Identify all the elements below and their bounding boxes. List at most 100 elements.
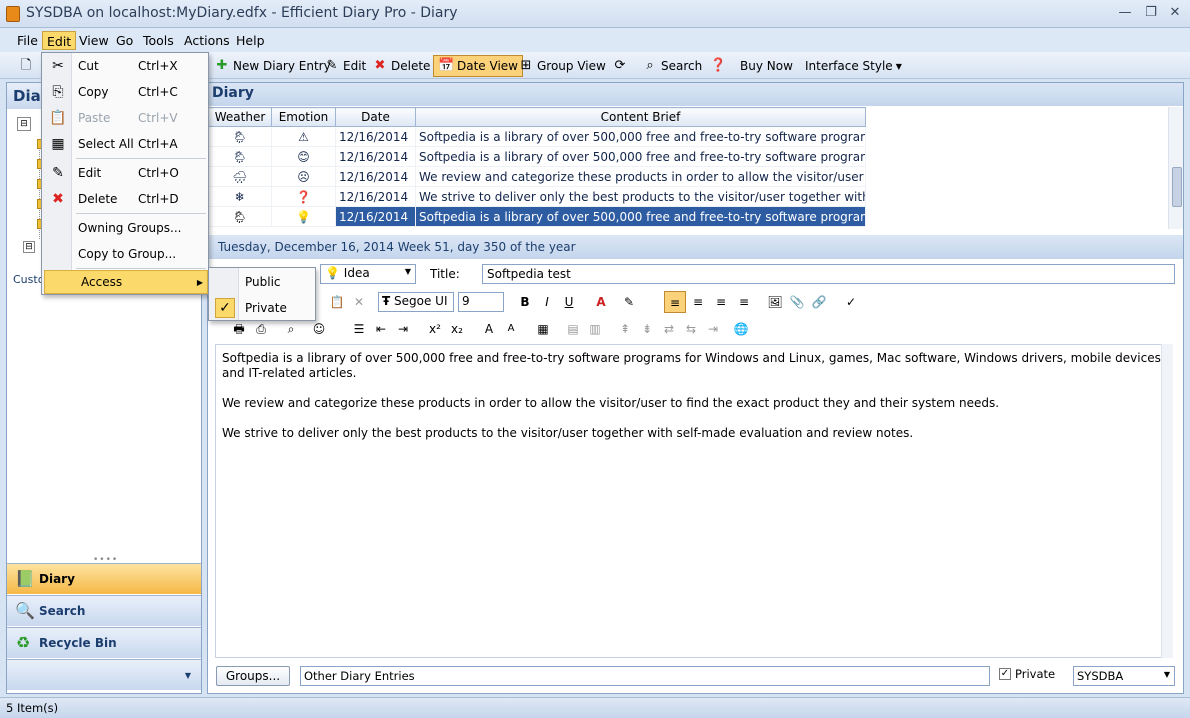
col-emotion[interactable]: Emotion [271, 107, 336, 127]
spellcheck-icon[interactable]: ✓ [840, 291, 862, 313]
italic-icon[interactable]: I [536, 291, 558, 313]
menu-item-owning-groups[interactable]: Owning Groups... [42, 215, 208, 241]
nav-diary[interactable]: 📗 Diary [7, 563, 201, 594]
menu-item-copy-to-group[interactable]: Copy to Group... [42, 241, 208, 267]
col-insert-icon[interactable]: ⇟ [636, 318, 658, 340]
nav-configure[interactable]: ▼ [7, 659, 201, 690]
menu-item-copy[interactable]: ⎘ Copy Ctrl+C [42, 79, 208, 105]
subscript-icon[interactable]: x₂ [446, 318, 468, 340]
table-row-selected[interactable]: 🌦 💡 12/16/2014 Softpedia is a library of… [208, 206, 866, 227]
tree-expander-icon[interactable]: ⊟ [23, 241, 35, 253]
grow-font-icon[interactable]: A [478, 318, 500, 340]
editor-scrollbar[interactable] [1161, 344, 1173, 658]
brief-cell: Softpedia is a library of over 500,000 f… [415, 146, 866, 167]
diary-book-icon: 📗 [15, 569, 35, 588]
new-diary-entry-button[interactable]: ✚ New Diary Entry [210, 55, 335, 77]
date-view-button[interactable]: 📅 Date View [433, 55, 523, 77]
attachment-icon[interactable]: 📎 [786, 291, 808, 313]
highlight-icon[interactable]: ✎ [618, 291, 640, 313]
indent-decrease-icon[interactable]: ⇤ [370, 318, 392, 340]
menu-go[interactable]: Go [112, 31, 137, 50]
edit-button[interactable]: ✎ Edit [320, 55, 370, 77]
insert-object-icon[interactable]: 🔗 [808, 291, 830, 313]
row-insert-icon[interactable]: ⇞ [614, 318, 636, 340]
col-content-brief[interactable]: Content Brief [415, 107, 866, 127]
tree-expander-icon[interactable]: ⊟ [17, 117, 31, 131]
insert-image-icon[interactable]: 🖼 [764, 291, 786, 313]
menu-item-select-all[interactable]: ▦ Select All Ctrl+A [42, 131, 208, 157]
grid-scrollbar[interactable] [1168, 107, 1183, 229]
menu-separator [76, 158, 206, 159]
menu-item-paste[interactable]: 📋 Paste Ctrl+V [42, 105, 208, 131]
align-center-icon[interactable]: ≡ [687, 291, 709, 313]
minimize-icon[interactable]: — [1114, 4, 1136, 22]
buy-now-button[interactable]: Buy Now [736, 55, 797, 77]
font-color-icon[interactable]: A [590, 291, 612, 313]
menu-item-delete[interactable]: ✖ Delete Ctrl+D [42, 186, 208, 212]
help-button[interactable]: ❓ [706, 55, 730, 77]
menu-item-label: Access [81, 275, 123, 289]
emotion-select[interactable]: 💡 Idea ▼ [320, 264, 416, 284]
table-row[interactable]: ❄ ❓ 12/16/2014 We strive to deliver only… [208, 186, 866, 207]
paste-icon[interactable]: 📋 [326, 291, 348, 313]
justify-icon[interactable]: ≡ [733, 291, 755, 313]
table-row[interactable]: 🌧 ☹ 12/16/2014 We review and categorize … [208, 166, 866, 187]
menu-item-cut[interactable]: ✂ Cut Ctrl+X [42, 53, 208, 79]
menu-view[interactable]: View [75, 31, 113, 50]
menu-item-edit[interactable]: ✎ Edit Ctrl+O [42, 160, 208, 186]
title-input[interactable]: Softpedia test [482, 264, 1175, 284]
groups-button[interactable]: Groups... [216, 666, 290, 686]
maximize-icon[interactable]: ❐ [1140, 4, 1162, 22]
refresh-button[interactable]: ⟳ [608, 55, 632, 77]
preview-icon[interactable]: ⎙ [250, 318, 272, 340]
clear-icon[interactable]: ✕ [348, 291, 370, 313]
user-select-value: SYSDBA [1077, 669, 1124, 683]
new-document-button[interactable]: 🗋 [14, 55, 38, 77]
table-icon[interactable]: ▦ [532, 318, 554, 340]
superscript-icon[interactable]: x² [424, 318, 446, 340]
nav-search[interactable]: 🔍 Search [7, 595, 201, 626]
split-icon[interactable]: ⇆ [680, 318, 702, 340]
menu-item-public[interactable]: Public [209, 269, 315, 295]
cell-icon[interactable]: ⇥ [702, 318, 724, 340]
menu-item-access[interactable]: Access ▶ [44, 270, 208, 294]
font-size-select[interactable]: 9 [458, 292, 504, 312]
dropdown-arrow-icon: ▼ [1163, 670, 1170, 679]
font-name-select[interactable]: Ŧ Segoe UI [378, 292, 454, 312]
align-left-icon[interactable]: ≡ [664, 291, 686, 313]
menu-item-private[interactable]: ✓ Private [209, 295, 315, 321]
private-checkbox[interactable]: ✓ [999, 668, 1011, 680]
user-select[interactable]: SYSDBA ▼ [1073, 666, 1175, 686]
nav-recycle-bin[interactable]: ♻ Recycle Bin [7, 627, 201, 658]
indent-increase-icon[interactable]: ⇥ [392, 318, 414, 340]
underline-icon[interactable]: U [558, 291, 580, 313]
align-right-icon[interactable]: ≡ [710, 291, 732, 313]
table-insert-icon[interactable]: ▤ [562, 318, 584, 340]
find-icon[interactable]: ⌕ [280, 318, 302, 340]
table-row[interactable]: 🌦 😊 12/16/2014 Softpedia is a library of… [208, 146, 866, 167]
delete-button[interactable]: ✖ Delete [368, 55, 434, 77]
interface-style-button[interactable]: Interface Style ▼ [801, 55, 906, 77]
editor-area[interactable]: Softpedia is a library of over 500,000 f… [215, 344, 1173, 658]
search-button[interactable]: ⌕ Search [638, 55, 706, 77]
print-icon[interactable]: 🖶 [228, 318, 250, 340]
globe-icon[interactable]: 🌐 [730, 318, 752, 340]
shrink-font-icon[interactable]: A [500, 318, 522, 340]
col-date[interactable]: Date [335, 107, 416, 127]
custom-label[interactable]: Custo [13, 273, 44, 286]
menu-help[interactable]: Help [232, 31, 269, 50]
close-icon[interactable]: ✕ [1164, 4, 1186, 22]
emoticon-icon[interactable]: ☺ [308, 318, 330, 340]
menu-edit[interactable]: Edit [42, 31, 77, 50]
bullets-icon[interactable]: ☰ [348, 318, 370, 340]
col-weather[interactable]: Weather [208, 107, 272, 127]
scrollbar-thumb[interactable] [1172, 167, 1182, 207]
menu-actions[interactable]: Actions [180, 31, 234, 50]
menu-tools[interactable]: Tools [139, 31, 178, 50]
group-view-button[interactable]: ⊞ Group View [514, 55, 610, 77]
menu-file[interactable]: File [13, 31, 42, 50]
table-delete-icon[interactable]: ▥ [584, 318, 606, 340]
merge-icon[interactable]: ⇄ [658, 318, 680, 340]
table-row[interactable]: 🌦 ⚠ 12/16/2014 Softpedia is a library of… [208, 126, 866, 147]
bold-icon[interactable]: B [514, 291, 536, 313]
